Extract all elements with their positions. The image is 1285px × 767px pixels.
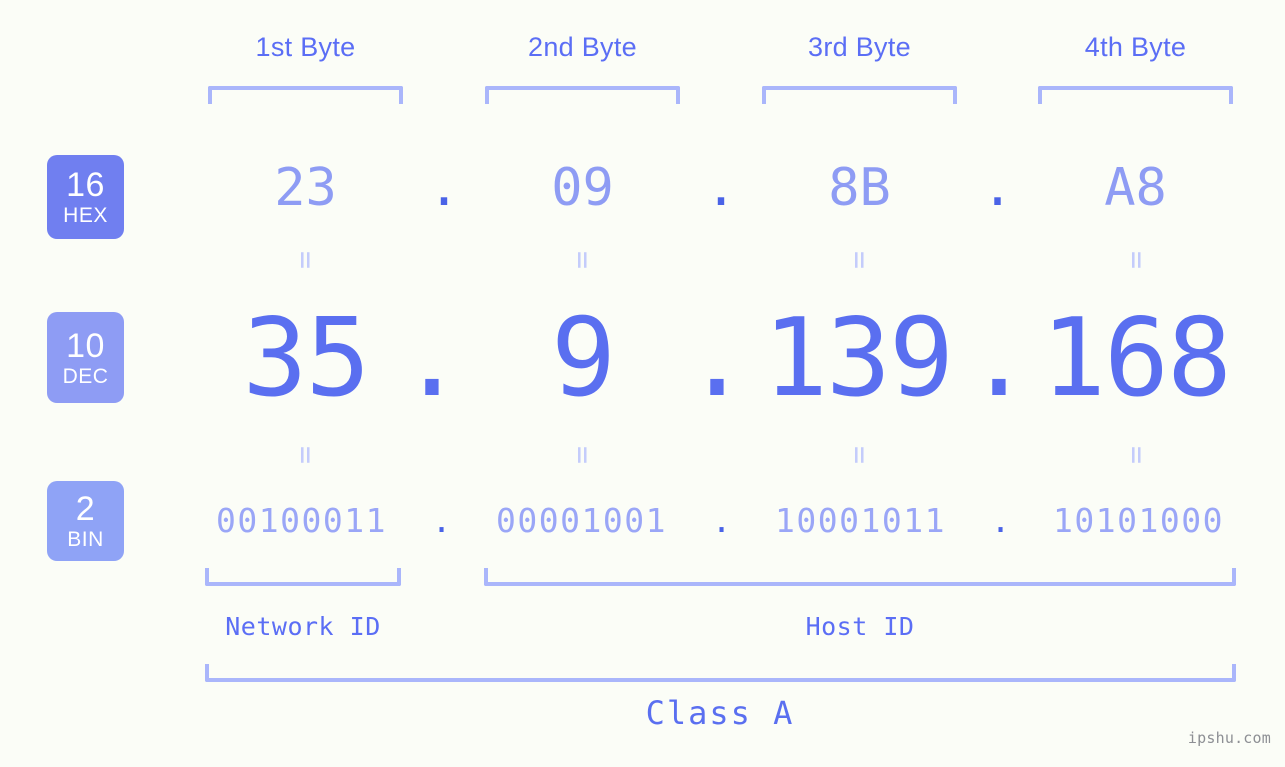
base-badge-bin: 2 BIN bbox=[47, 481, 124, 561]
bin-value-1: 00100011 bbox=[216, 501, 387, 540]
dec-separator-1: . bbox=[399, 296, 465, 421]
equals-icon-hex-dec-3: = bbox=[842, 250, 877, 270]
byte-header-3: 3rd Byte bbox=[808, 32, 911, 62]
hex-value-4: A8 bbox=[1104, 158, 1167, 218]
network-id-bracket bbox=[205, 568, 401, 586]
site-watermark: ipshu.com bbox=[1187, 729, 1271, 747]
equals-icon-hex-dec-2: = bbox=[565, 250, 600, 270]
base-badge-dec-name: DEC bbox=[62, 364, 109, 388]
class-label: Class A bbox=[645, 694, 795, 732]
dec-separator-3: . bbox=[966, 296, 1032, 421]
base-badge-bin-name: BIN bbox=[67, 528, 104, 551]
hex-value-3: 8B bbox=[828, 158, 891, 218]
base-badge-dec-number: 10 bbox=[66, 326, 105, 365]
byte-header-4: 4th Byte bbox=[1084, 32, 1187, 62]
bin-value-3: 10001011 bbox=[775, 501, 946, 540]
base-badge-hex-name: HEX bbox=[63, 204, 108, 227]
byte-header-1: 1st Byte bbox=[255, 32, 356, 62]
equals-icon-hex-dec-1: = bbox=[288, 250, 323, 270]
dec-value-3: 139 bbox=[762, 296, 954, 421]
equals-icon-dec-bin-4: = bbox=[1119, 445, 1154, 465]
bin-separator-1: . bbox=[431, 501, 452, 540]
equals-icon-dec-bin-1: = bbox=[288, 445, 323, 465]
hex-value-2: 09 bbox=[551, 158, 614, 218]
base-badge-bin-number: 2 bbox=[75, 490, 96, 528]
base-badge-hex-number: 16 bbox=[66, 166, 105, 204]
ip-byte-breakdown-diagram: 1st Byte 2nd Byte 3rd Byte 4th Byte 16 H… bbox=[0, 0, 1285, 767]
dec-value-4: 168 bbox=[1040, 296, 1232, 421]
equals-icon-dec-bin-3: = bbox=[842, 445, 877, 465]
byte-bracket-1 bbox=[208, 86, 403, 104]
bin-separator-3: . bbox=[990, 501, 1011, 540]
byte-bracket-2 bbox=[485, 86, 680, 104]
bin-value-4: 10101000 bbox=[1053, 501, 1224, 540]
host-id-label: Host ID bbox=[805, 612, 915, 641]
network-id-label: Network ID bbox=[225, 612, 381, 641]
dec-value-2: 9 bbox=[550, 296, 616, 421]
hex-separator-1: . bbox=[428, 158, 460, 218]
hex-value-1: 23 bbox=[274, 158, 337, 218]
bin-value-2: 00001001 bbox=[496, 501, 667, 540]
base-badge-dec: 10 DEC bbox=[47, 312, 124, 403]
hex-separator-3: . bbox=[981, 158, 1014, 218]
host-id-bracket bbox=[484, 568, 1236, 586]
byte-header-2: 2nd Byte bbox=[528, 32, 637, 62]
byte-bracket-4 bbox=[1038, 86, 1233, 104]
dec-value-1: 35 bbox=[242, 296, 370, 421]
base-badge-hex: 16 HEX bbox=[47, 155, 124, 239]
equals-icon-dec-bin-2: = bbox=[565, 445, 600, 465]
dec-separator-2: . bbox=[684, 296, 750, 421]
byte-bracket-3 bbox=[762, 86, 957, 104]
hex-separator-2: . bbox=[705, 158, 737, 218]
class-bracket bbox=[205, 664, 1236, 682]
equals-icon-hex-dec-4: = bbox=[1119, 250, 1154, 270]
bin-separator-2: . bbox=[711, 501, 732, 540]
